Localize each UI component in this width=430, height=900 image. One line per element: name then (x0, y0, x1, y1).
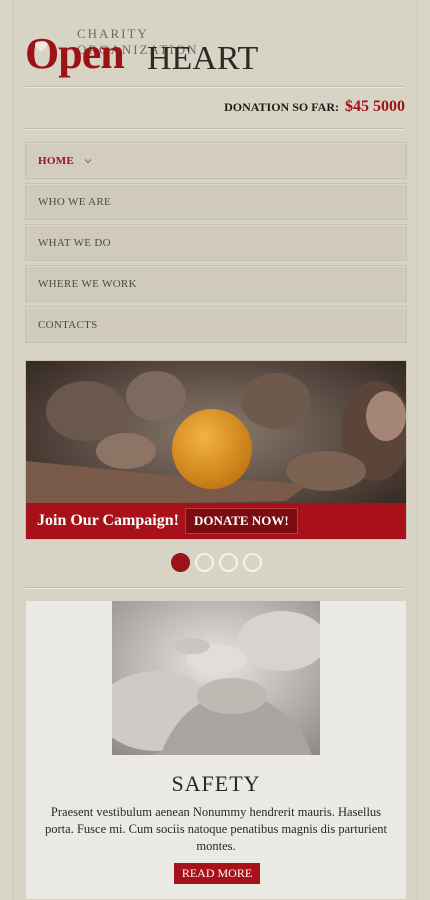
chevron-down-icon (84, 158, 92, 163)
nav-item-label: WHO WE ARE (38, 195, 112, 208)
donate-now-button[interactable]: DONATE NOW! (184, 508, 298, 534)
card-description: Praesent vestibulum aenean Nonummy hendr… (45, 805, 387, 853)
slide-caption: Join Our Campaign! (37, 512, 179, 529)
slider-divider (25, 587, 405, 588)
feature-card-safety: SAFETY Praesent vestibulum aenean Nonumm… (25, 600, 407, 900)
nav-item-home[interactable]: HOME (25, 142, 407, 179)
nav-item-what-we-do[interactable]: WHAT WE DO (25, 224, 407, 261)
nav-item-where-we-work[interactable]: WHERE WE WORK (25, 265, 407, 302)
logo[interactable]: CHARITY ORGANIZATION Open HEART (25, 26, 265, 78)
main-nav: HOME WHO WE ARE WHAT WE DO WHERE WE WORK… (25, 142, 407, 347)
donation-summary: DONATION SO FAR: $45 5000 (224, 98, 405, 116)
logo-heart-text: HEART (147, 40, 259, 77)
nav-item-contacts[interactable]: CONTACTS (25, 306, 407, 343)
nav-item-label: WHAT WE DO (38, 236, 111, 249)
hero-slider[interactable]: Join Our Campaign! DONATE NOW! (25, 360, 407, 540)
header-divider (25, 86, 405, 87)
donation-amount: $45 5000 (345, 98, 405, 115)
slider-dot-2[interactable] (195, 553, 214, 572)
donation-label: DONATION SO FAR: (224, 100, 339, 114)
slider-dot-3[interactable] (219, 553, 238, 572)
page-container: CHARITY ORGANIZATION Open HEART DONATION… (12, 0, 418, 900)
slider-dot-4[interactable] (243, 553, 262, 572)
nav-item-label: CONTACTS (38, 318, 98, 331)
slide-caption-bar: Join Our Campaign! DONATE NOW! (26, 503, 406, 539)
nav-item-who-we-are[interactable]: WHO WE ARE (25, 183, 407, 220)
card-title: SAFETY (171, 771, 261, 796)
nav-item-label: HOME (38, 154, 75, 167)
nav-item-label: WHERE WE WORK (38, 277, 137, 290)
logo-open-text: Open (25, 29, 125, 78)
slider-pagination (171, 553, 262, 572)
card-image (112, 601, 320, 755)
heart-icon (34, 41, 48, 52)
slider-dot-1[interactable] (171, 553, 190, 572)
donation-divider (25, 128, 405, 129)
read-more-button[interactable]: READ MORE (174, 863, 260, 884)
